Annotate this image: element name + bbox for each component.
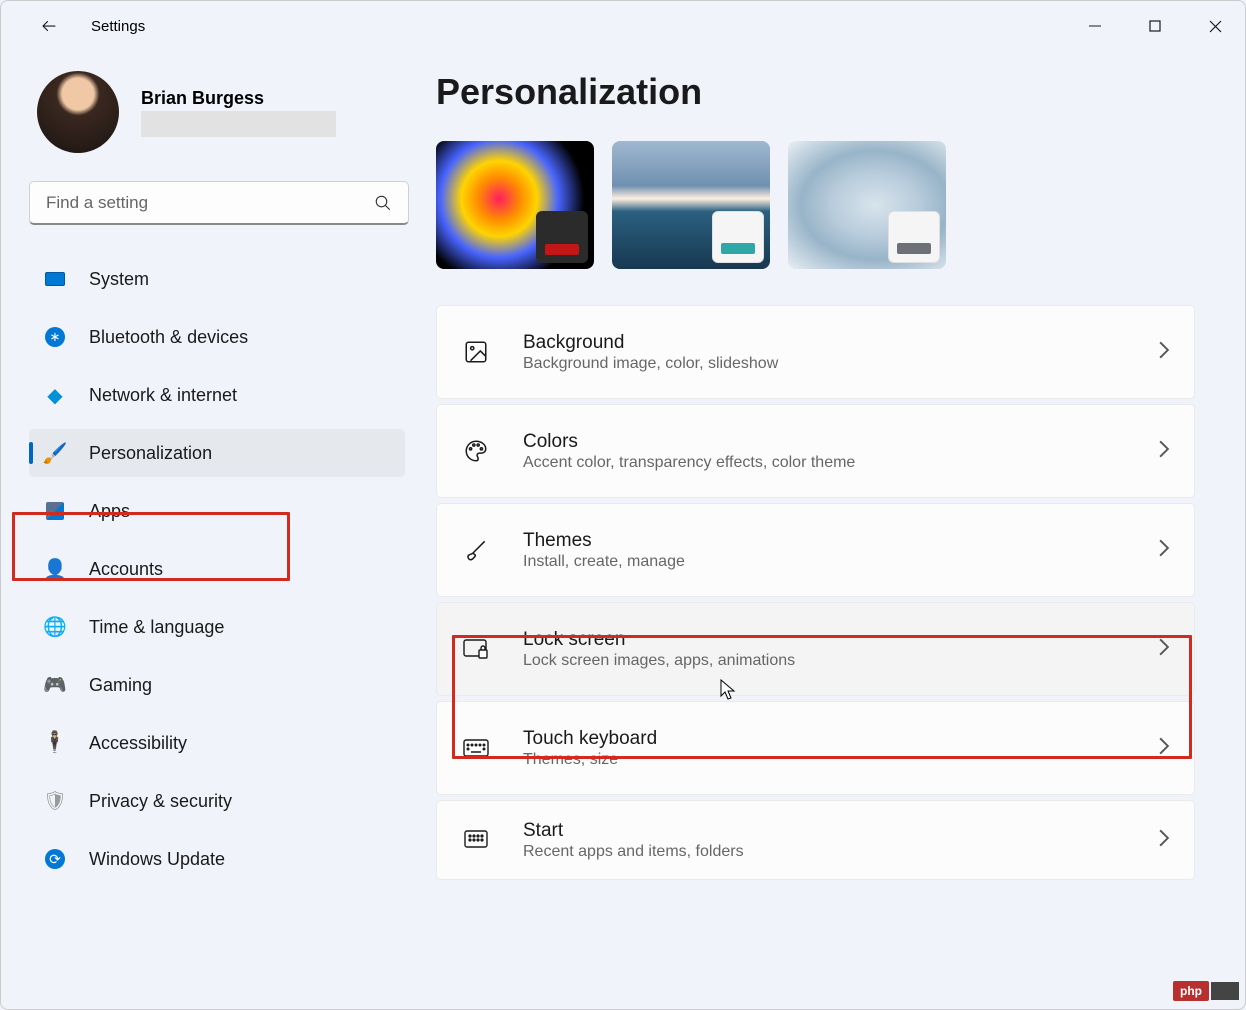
close-icon (1209, 20, 1222, 33)
chevron-right-icon (1158, 829, 1170, 852)
brush-icon (461, 535, 491, 565)
setting-lock-screen[interactable]: Lock screenLock screen images, apps, ani… (436, 602, 1195, 696)
page-title: Personalization (436, 71, 1195, 113)
sidebar-item-label: Network & internet (89, 385, 237, 406)
chevron-right-icon (1158, 737, 1170, 760)
update-icon: ⟳ (43, 847, 67, 871)
setting-themes[interactable]: ThemesInstall, create, manage (436, 503, 1195, 597)
titlebar: Settings (1, 1, 1245, 51)
start-icon (461, 825, 491, 855)
image-icon (461, 337, 491, 367)
sidebar-item-accounts[interactable]: 👤 Accounts (29, 545, 405, 593)
card-title: Touch keyboard (523, 728, 1126, 750)
nav-list: System ∗ Bluetooth & devices ◆ Network & i… (29, 255, 405, 883)
card-title: Colors (523, 431, 1126, 453)
window-title: Settings (91, 18, 145, 35)
sidebar-item-label: Privacy & security (89, 791, 232, 812)
card-title: Lock screen (523, 629, 1126, 651)
card-desc: Install, create, manage (523, 553, 1126, 571)
taskbar-preview (888, 211, 940, 263)
card-desc: Recent apps and items, folders (523, 843, 1126, 861)
back-button[interactable] (29, 6, 69, 46)
profile-email-redacted (141, 111, 336, 137)
search-box[interactable] (29, 181, 409, 225)
taskbar-preview (712, 211, 764, 263)
setting-background[interactable]: BackgroundBackground image, color, slide… (436, 305, 1195, 399)
sidebar-item-network[interactable]: ◆ Network & internet (29, 371, 405, 419)
maximize-icon (1149, 20, 1161, 32)
shield-icon: 🛡 (43, 789, 67, 813)
theme-previews (436, 141, 1195, 269)
maximize-button[interactable] (1125, 6, 1185, 46)
watermark-label: php (1173, 981, 1209, 1001)
search-icon (374, 194, 392, 212)
chevron-right-icon (1158, 638, 1170, 661)
sidebar-item-label: Apps (89, 501, 130, 522)
close-button[interactable] (1185, 6, 1245, 46)
sidebar-item-label: System (89, 269, 149, 290)
sidebar-item-label: Windows Update (89, 849, 225, 870)
theme-preview-landscape[interactable] (612, 141, 770, 269)
avatar (37, 71, 119, 153)
search-input[interactable] (46, 193, 374, 213)
sidebar-item-windows-update[interactable]: ⟳ Windows Update (29, 835, 405, 883)
sidebar-item-label: Accounts (89, 559, 163, 580)
sidebar-item-personalization[interactable]: 🖌️ Personalization (29, 429, 405, 477)
globe-clock-icon: 🌐 (43, 615, 67, 639)
setting-touch-keyboard[interactable]: Touch keyboardThemes, size (436, 701, 1195, 795)
sidebar-item-label: Time & language (89, 617, 224, 638)
watermark-badge: php (1173, 981, 1239, 1001)
card-title: Background (523, 332, 1126, 354)
sidebar-item-time-language[interactable]: 🌐 Time & language (29, 603, 405, 651)
sidebar-item-label: Bluetooth & devices (89, 327, 248, 348)
minimize-button[interactable] (1065, 6, 1125, 46)
keyboard-icon (461, 733, 491, 763)
sidebar: Brian Burgess System ∗ Bluetooth & device… (1, 51, 421, 1009)
bluetooth-icon: ∗ (43, 325, 67, 349)
theme-preview-dark[interactable] (436, 141, 594, 269)
lock-screen-icon (461, 634, 491, 664)
settings-list: BackgroundBackground image, color, slide… (436, 305, 1195, 880)
system-icon (43, 267, 67, 291)
watermark-ext (1211, 982, 1239, 1000)
setting-colors[interactable]: ColorsAccent color, transparency effects… (436, 404, 1195, 498)
sidebar-item-gaming[interactable]: 🎮 Gaming (29, 661, 405, 709)
sidebar-item-label: Gaming (89, 675, 152, 696)
minimize-icon (1089, 20, 1101, 32)
window-controls (1065, 6, 1245, 46)
gamepad-icon: 🎮 (43, 673, 67, 697)
taskbar-preview (536, 211, 588, 263)
card-desc: Background image, color, slideshow (523, 355, 1126, 373)
card-desc: Accent color, transparency effects, colo… (523, 454, 1126, 472)
person-icon: 👤 (43, 557, 67, 581)
paintbrush-icon: 🖌️ (43, 441, 67, 465)
setting-start[interactable]: StartRecent apps and items, folders (436, 800, 1195, 880)
sidebar-item-apps[interactable]: Apps (29, 487, 405, 535)
sidebar-item-label: Personalization (89, 443, 212, 464)
accessibility-icon: 🕴 (43, 731, 67, 755)
card-title: Themes (523, 530, 1126, 552)
palette-icon (461, 436, 491, 466)
card-desc: Lock screen images, apps, animations (523, 652, 1126, 670)
card-title: Start (523, 820, 1126, 842)
chevron-right-icon (1158, 440, 1170, 463)
sidebar-item-system[interactable]: System (29, 255, 405, 303)
back-arrow-icon (40, 17, 58, 35)
content-pane: Personalization BackgroundBackground ima… (421, 51, 1245, 1009)
apps-icon (43, 499, 67, 523)
profile-block[interactable]: Brian Burgess (29, 71, 405, 153)
profile-name: Brian Burgess (141, 88, 336, 109)
card-desc: Themes, size (523, 751, 1126, 769)
sidebar-item-label: Accessibility (89, 733, 187, 754)
chevron-right-icon (1158, 539, 1170, 562)
chevron-right-icon (1158, 341, 1170, 364)
sidebar-item-bluetooth[interactable]: ∗ Bluetooth & devices (29, 313, 405, 361)
sidebar-item-accessibility[interactable]: 🕴 Accessibility (29, 719, 405, 767)
theme-preview-abstract[interactable] (788, 141, 946, 269)
sidebar-item-privacy[interactable]: 🛡 Privacy & security (29, 777, 405, 825)
wifi-icon: ◆ (43, 383, 67, 407)
